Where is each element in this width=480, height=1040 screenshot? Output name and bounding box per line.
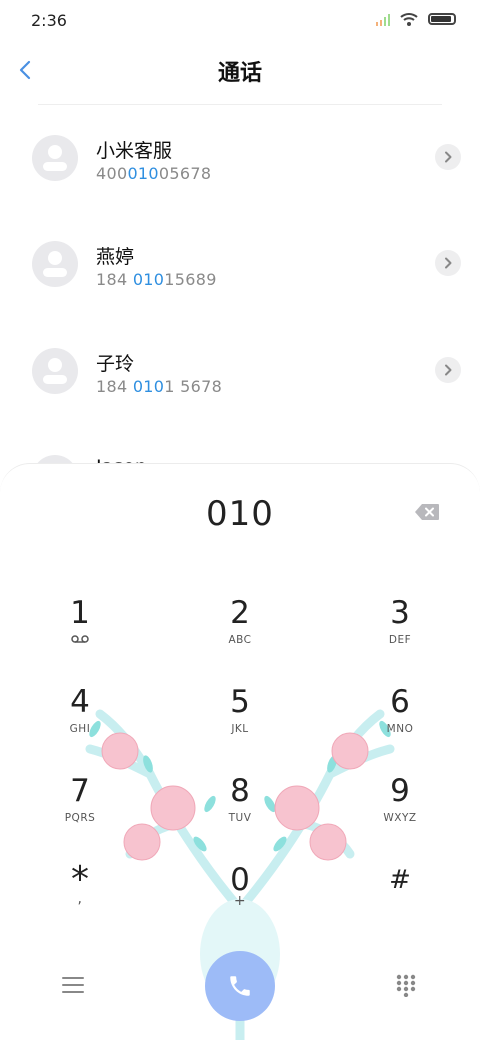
page-title: 通话	[217, 61, 262, 86]
dialpad-panel: 010 1 2 ABC 3 DEF 4 GHI 5 JKL 6 MNO 7 PQ…	[0, 463, 480, 1040]
contact-name: 小米客服	[96, 140, 173, 162]
key-9[interactable]: 9 WXYZ	[340, 774, 460, 844]
menu-button[interactable]	[62, 977, 84, 995]
key-6[interactable]: 6 MNO	[340, 685, 460, 755]
avatar	[32, 241, 78, 287]
contact-name: 子玲	[96, 353, 135, 375]
key-5[interactable]: 5 JKL	[180, 685, 300, 755]
key-7[interactable]: 7 PQRS	[20, 774, 140, 844]
dialer-bottom-bar	[0, 951, 480, 1021]
contact-row[interactable]: 子玲 184 0101 5678	[0, 319, 480, 419]
avatar	[32, 348, 78, 394]
wifi-icon	[400, 13, 418, 26]
key-hash[interactable]: #	[340, 863, 460, 933]
contact-name: 燕婷	[96, 246, 135, 268]
dialpad-toggle-button[interactable]	[395, 973, 417, 998]
contact-number: 184 0101 5678	[96, 377, 223, 396]
dialpad-grid-icon	[396, 974, 416, 998]
divider	[38, 104, 442, 105]
contact-number: 184 01015689	[96, 270, 217, 289]
battery-icon	[428, 13, 456, 25]
key-3[interactable]: 3 DEF	[340, 596, 460, 666]
contact-number: 40001005678	[96, 164, 212, 183]
key-2[interactable]: 2 ABC	[180, 596, 300, 666]
key-4[interactable]: 4 GHI	[20, 685, 140, 755]
status-time: 2:36	[31, 11, 67, 30]
key-1[interactable]: 1	[20, 596, 140, 666]
phone-icon	[230, 976, 250, 996]
header: 通话	[0, 50, 480, 90]
backspace-button[interactable]	[414, 503, 440, 521]
signal-icon	[376, 13, 390, 26]
contact-detail-button[interactable]	[435, 357, 461, 383]
menu-icon	[62, 977, 84, 993]
chevron-right-icon	[445, 257, 452, 269]
status-icons	[376, 12, 456, 26]
status-bar: 2:36	[0, 0, 480, 40]
chevron-right-icon	[445, 364, 452, 376]
contact-row[interactable]: 小米客服 40001005678	[0, 106, 480, 206]
contact-detail-button[interactable]	[435, 144, 461, 170]
voicemail-icon	[20, 634, 140, 646]
key-star[interactable]: * ,	[20, 862, 140, 933]
key-0[interactable]: 0 +	[180, 863, 300, 933]
backspace-icon	[415, 504, 439, 520]
avatar	[32, 135, 78, 181]
call-button[interactable]	[205, 951, 275, 1021]
contact-detail-button[interactable]	[435, 250, 461, 276]
dialed-number: 010	[206, 494, 274, 534]
chevron-right-icon	[445, 151, 452, 163]
contact-row[interactable]: 燕婷 184 01015689	[0, 212, 480, 312]
key-8[interactable]: 8 TUV	[180, 774, 300, 844]
